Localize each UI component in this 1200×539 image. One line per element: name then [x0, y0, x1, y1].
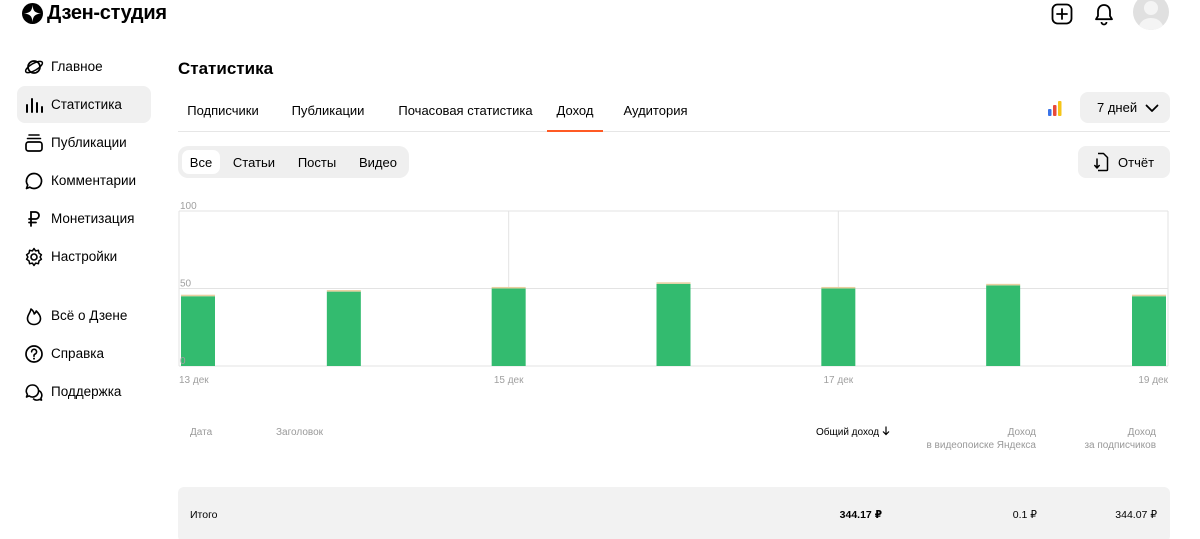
bar-segment	[1132, 294, 1166, 297]
question-circle-icon	[24, 344, 44, 364]
tab-publications[interactable]: Публикации	[281, 90, 375, 131]
column-total-income[interactable]: Общий доход	[816, 426, 890, 439]
app-title: Дзен-студия	[47, 1, 167, 24]
filter-posts[interactable]: Посты	[291, 150, 343, 174]
bar	[986, 285, 1021, 366]
create-button[interactable]	[1048, 0, 1076, 28]
bar-segment	[656, 282, 691, 284]
period-value: 7 дней	[1097, 100, 1138, 115]
chat-bubbles-icon	[24, 382, 44, 402]
sidebar-item-label: Настройки	[51, 249, 118, 264]
x-tick-label: 13 дек	[179, 375, 209, 386]
column-subscribers-income[interactable]: Доход за подписчиков	[1040, 426, 1156, 452]
filter-articles[interactable]: Статьи	[228, 150, 280, 174]
tab-hourly[interactable]: Почасовая статистика	[389, 90, 542, 131]
planet-icon	[24, 57, 44, 77]
column-video-search-income[interactable]: Доход в видеопоиске Яндекса	[900, 426, 1036, 452]
bar	[1132, 296, 1166, 366]
stats-tabs: Подписчики Публикации Почасовая статисти…	[178, 90, 1170, 132]
bar-segment	[986, 283, 1021, 286]
column-subs-line1: Доход	[1127, 427, 1156, 438]
ruble-icon	[24, 209, 44, 229]
app-logo[interactable]: Дзен-студия	[22, 2, 167, 24]
bar	[326, 291, 361, 366]
period-select[interactable]: 7 дней	[1080, 92, 1170, 123]
stack-icon	[24, 133, 44, 153]
flame-icon	[24, 306, 44, 326]
report-button[interactable]: Отчёт	[1078, 146, 1170, 178]
total-row: Итого 344.17 ₽ 0.1 ₽ 344.07 ₽	[178, 487, 1170, 539]
bar	[821, 288, 856, 366]
sidebar-item-label: Публикации	[51, 135, 127, 150]
column-subs-line2: за подписчиков	[1084, 440, 1156, 451]
bar-segment	[821, 286, 856, 289]
x-tick-label: 15 дек	[494, 375, 524, 386]
arrow-down-icon	[882, 426, 890, 436]
sidebar-item-main[interactable]: Главное	[17, 48, 151, 85]
bar-chart-icon	[24, 95, 44, 115]
column-video-line2: в видеопоиске Яндекса	[926, 440, 1036, 451]
content-filter: Все Статьи Посты Видео	[178, 146, 409, 178]
user-avatar[interactable]	[1133, 0, 1169, 30]
sidebar-item-help[interactable]: Справка	[17, 335, 151, 372]
sidebar-item-label: Монетизация	[51, 211, 135, 226]
total-video-income-value: 0.1 ₽	[1012, 509, 1037, 521]
sidebar-item-about-zen[interactable]: Всё о Дзене	[17, 297, 151, 334]
bar	[491, 288, 526, 366]
total-label: Итого	[190, 509, 218, 521]
column-date[interactable]: Дата	[190, 426, 212, 439]
x-tick-label: 17 дек	[823, 375, 853, 386]
sidebar-item-label: Главное	[51, 59, 103, 74]
sidebar-item-label: Статистика	[51, 97, 122, 112]
sidebar-item-statistics[interactable]: Статистика	[17, 86, 151, 123]
total-income-value: 344.17 ₽	[839, 509, 882, 521]
sidebar-item-support[interactable]: Поддержка	[17, 373, 151, 410]
bar-segment	[181, 294, 215, 297]
tab-income[interactable]: Доход	[547, 90, 603, 132]
filter-all[interactable]: Все	[182, 150, 220, 174]
page-title: Статистика	[178, 59, 274, 78]
sidebar-item-comments[interactable]: Комментарии	[17, 162, 151, 199]
sidebar-item-label: Комментарии	[51, 173, 137, 188]
y-tick-label: 0	[180, 356, 186, 367]
tab-subscribers[interactable]: Подписчики	[178, 90, 268, 131]
sidebar-item-monetization[interactable]: Монетизация	[17, 200, 151, 237]
bar-segment	[326, 290, 361, 292]
income-chart: 100 50 0 13 дек 15 дек 17 дек 19 дек	[178, 201, 1169, 386]
y-tick-label: 100	[180, 201, 197, 212]
column-video-line1: Доход	[1007, 427, 1036, 438]
sidebar-item-label: Всё о Дзене	[51, 308, 128, 323]
sidebar-item-settings[interactable]: Настройки	[17, 238, 151, 275]
column-title[interactable]: Заголовок	[276, 426, 323, 439]
y-tick-label: 50	[180, 279, 192, 290]
plus-square-icon	[1051, 3, 1073, 25]
total-subscribers-income-value: 344.07 ₽	[1115, 509, 1157, 521]
report-label: Отчёт	[1118, 154, 1155, 170]
chevron-down-icon	[1145, 104, 1159, 112]
chart-type-button[interactable]	[1045, 99, 1065, 117]
filter-video[interactable]: Видео	[354, 150, 402, 174]
notifications-button[interactable]	[1090, 0, 1118, 28]
speech-bubble-icon	[24, 171, 44, 191]
download-document-icon	[1094, 152, 1109, 172]
sidebar-item-publications[interactable]: Публикации	[17, 124, 151, 161]
sidebar-item-label: Справка	[51, 346, 104, 361]
x-tick-label: 19 дек	[1138, 375, 1168, 386]
bar	[181, 296, 215, 366]
zen-logo-icon	[22, 2, 43, 24]
gear-icon	[24, 247, 44, 267]
column-total-income-label: Общий доход	[816, 427, 880, 438]
colored-bars-icon	[1048, 101, 1062, 116]
bar	[656, 283, 691, 366]
tab-audience[interactable]: Аудитория	[618, 90, 693, 131]
bell-icon	[1095, 4, 1113, 26]
bar-segment	[491, 286, 526, 289]
sidebar-item-label: Поддержка	[51, 384, 122, 399]
